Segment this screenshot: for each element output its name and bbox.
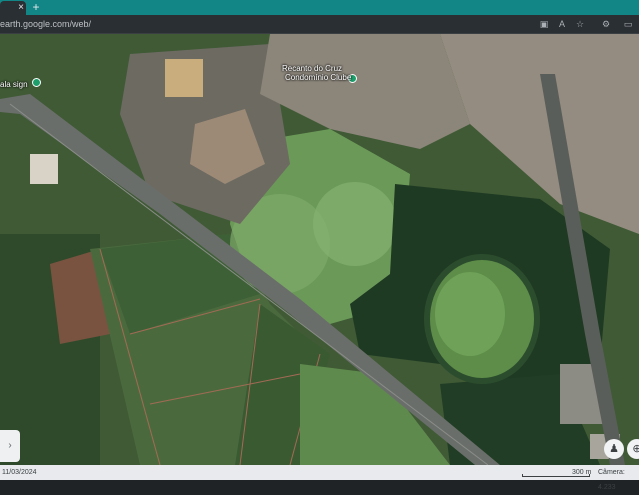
expand-panel-button[interactable]: ›: [0, 430, 20, 462]
map-view[interactable]: ala sign Recanto do Cruz Condomínio Club…: [0, 34, 639, 465]
status-bar: 11/03/2024 300 m Câmera: 4.233: [0, 465, 639, 491]
close-tab-icon[interactable]: ×: [16, 2, 26, 14]
condo-label-line2: Condomínio Clube: [285, 73, 352, 82]
star-icon[interactable]: ☆: [574, 18, 586, 30]
tab-bar: × +: [0, 0, 639, 15]
map-pin-icon[interactable]: [32, 78, 41, 87]
browser-toolbar: earth.google.com/web/ ▣ A ☆ ⚙ ▭: [0, 15, 639, 34]
satellite-imagery: [0, 34, 639, 465]
scale-label: 300 m: [572, 469, 592, 476]
pegman-icon[interactable]: ♟: [604, 439, 624, 459]
new-tab-button[interactable]: +: [30, 0, 42, 14]
camera-altitude: Câmera: 4.233: [598, 469, 625, 491]
imagery-date: 11/03/2024: [2, 469, 37, 476]
address-bar[interactable]: earth.google.com/web/: [0, 17, 560, 31]
extensions-icon[interactable]: ⚙: [600, 18, 612, 30]
apps-icon[interactable]: ▣: [538, 18, 550, 30]
sidebar-icon[interactable]: ▭: [622, 18, 634, 30]
active-tab[interactable]: ×: [0, 1, 26, 15]
road-label: ala sign: [0, 80, 28, 89]
text-size-icon[interactable]: A: [556, 18, 568, 30]
condo-label-line1: Recanto do Cruz: [282, 64, 343, 73]
